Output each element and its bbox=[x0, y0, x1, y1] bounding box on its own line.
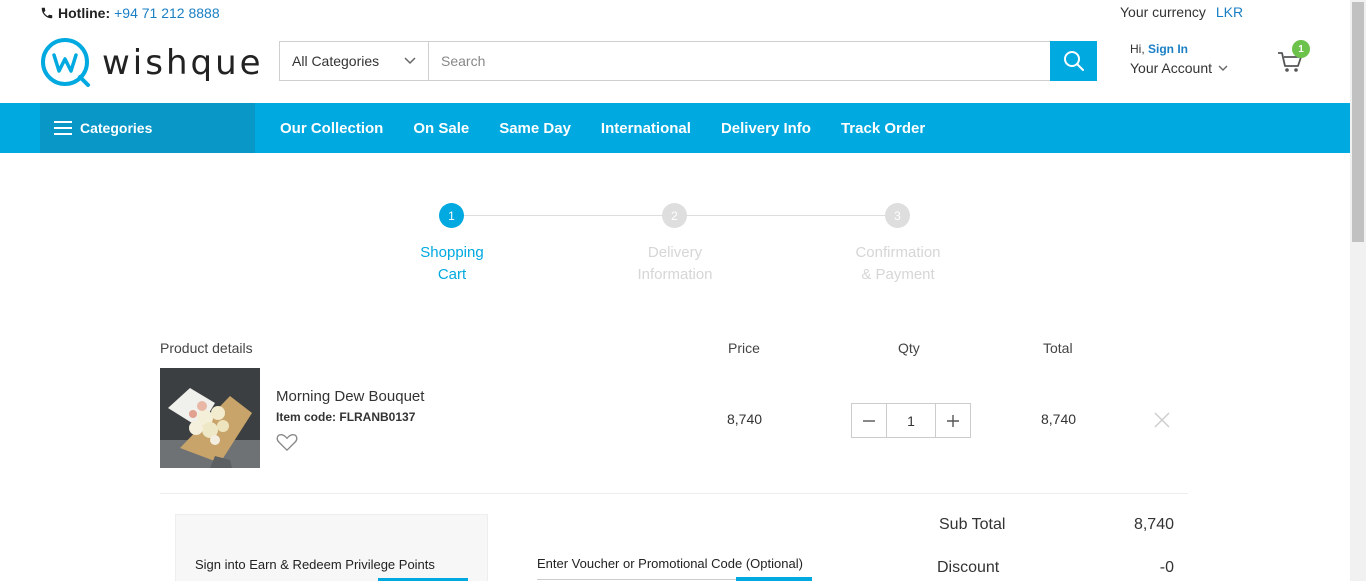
hamburger-icon bbox=[54, 121, 72, 135]
step-2-line2: Information bbox=[637, 266, 713, 283]
phone-icon bbox=[41, 7, 53, 19]
row-divider bbox=[160, 493, 1188, 494]
search-icon bbox=[1063, 51, 1084, 71]
categories-button[interactable]: Categories bbox=[40, 103, 255, 153]
remove-item-icon[interactable] bbox=[1154, 412, 1170, 428]
quantity-value[interactable]: 1 bbox=[886, 404, 936, 437]
main-nav: Categories Our Collection On Sale Same D… bbox=[0, 103, 1350, 153]
step-3-line1: Confirmation bbox=[855, 244, 941, 261]
step-3-line2: & Payment bbox=[861, 266, 935, 283]
category-select[interactable]: All Categories bbox=[280, 42, 429, 80]
search-bar: All Categories bbox=[279, 41, 1097, 81]
logo[interactable]: wishque bbox=[40, 37, 264, 89]
chevron-down-icon bbox=[1218, 65, 1228, 71]
hotline-number[interactable]: +94 71 212 8888 bbox=[114, 5, 220, 21]
subtotal-label: Sub Total bbox=[939, 516, 1006, 533]
header-price: Price bbox=[728, 340, 760, 356]
product-name[interactable]: Morning Dew Bouquet bbox=[276, 388, 424, 405]
nav-links: Our Collection On Sale Same Day Internat… bbox=[280, 103, 925, 153]
hotline-label: Hotline: bbox=[58, 5, 111, 21]
product-price: 8,740 bbox=[727, 411, 763, 427]
currency-label: Your currency bbox=[1120, 4, 1206, 20]
decrement-button[interactable] bbox=[852, 404, 886, 437]
voucher-label: Enter Voucher or Promotional Code (Optio… bbox=[537, 556, 803, 571]
scrollbar-thumb[interactable] bbox=[1352, 2, 1364, 242]
step-2-label: Delivery Information bbox=[615, 242, 735, 286]
product-image[interactable] bbox=[160, 368, 260, 468]
category-select-value: All Categories bbox=[292, 53, 380, 69]
nav-link-track-order[interactable]: Track Order bbox=[841, 120, 925, 137]
nav-link-delivery-info[interactable]: Delivery Info bbox=[721, 120, 811, 137]
quantity-stepper: 1 bbox=[851, 403, 971, 438]
your-account-label: Your Account bbox=[1130, 60, 1212, 76]
step-2-line1: Delivery bbox=[647, 244, 703, 261]
greeting: Hi, Sign In bbox=[1130, 42, 1228, 56]
chevron-down-icon bbox=[404, 57, 416, 65]
minus-icon bbox=[863, 419, 875, 422]
step-1-dot: 1 bbox=[439, 203, 464, 228]
step-1-label: Shopping Cart bbox=[392, 242, 512, 286]
increment-button[interactable] bbox=[936, 404, 970, 437]
product-code-value: FLRANB0137 bbox=[339, 410, 416, 424]
heart-icon[interactable] bbox=[276, 432, 298, 452]
wishque-logo-icon bbox=[41, 38, 90, 87]
brand-name: wishque bbox=[102, 43, 264, 83]
bouquet-image bbox=[160, 368, 260, 468]
product-code-label: Item code: bbox=[276, 410, 337, 424]
nav-link-our-collection[interactable]: Our Collection bbox=[280, 120, 383, 137]
voucher-apply-button[interactable] bbox=[736, 577, 812, 581]
categories-label: Categories bbox=[80, 120, 153, 136]
discount-value: -0 bbox=[1159, 559, 1174, 576]
greeting-text: Hi, bbox=[1130, 42, 1145, 56]
nav-link-international[interactable]: International bbox=[601, 120, 691, 137]
step-1-line1: Shopping bbox=[420, 244, 484, 261]
header-total: Total bbox=[1043, 340, 1073, 356]
subtotal-value: 8,740 bbox=[1133, 516, 1174, 533]
step-1-line2: Cart bbox=[437, 266, 467, 283]
product-total: 8,740 bbox=[1041, 411, 1077, 427]
nav-link-same-day[interactable]: Same Day bbox=[499, 120, 571, 137]
cart-count-badge: 1 bbox=[1292, 40, 1310, 58]
step-3-dot: 3 bbox=[885, 203, 910, 228]
plus-icon bbox=[947, 414, 959, 427]
step-3-label: Confirmation & Payment bbox=[838, 242, 958, 286]
privilege-points-label: Sign into Earn & Redeem Privilege Points bbox=[195, 557, 435, 572]
page-scrollbar[interactable] bbox=[1350, 0, 1366, 581]
currency-code[interactable]: LKR bbox=[1216, 4, 1243, 20]
sign-in-link[interactable]: Sign In bbox=[1148, 42, 1188, 56]
currency-selector[interactable]: Your currency LKR bbox=[1120, 4, 1243, 20]
hotline: Hotline: +94 71 212 8888 bbox=[40, 5, 220, 21]
discount-label: Discount bbox=[937, 559, 1000, 576]
cart-button[interactable]: 1 bbox=[1276, 40, 1310, 77]
search-button[interactable] bbox=[1050, 41, 1097, 81]
search-input[interactable] bbox=[429, 42, 1050, 80]
voucher-input[interactable] bbox=[537, 579, 737, 580]
nav-link-on-sale[interactable]: On Sale bbox=[413, 120, 469, 137]
header-qty: Qty bbox=[898, 340, 920, 356]
step-2-dot: 2 bbox=[662, 203, 687, 228]
header-product-details: Product details bbox=[160, 340, 253, 356]
product-code: Item code: FLRANB0137 bbox=[276, 410, 415, 424]
account-menu[interactable]: Hi, Sign In Your Account bbox=[1130, 42, 1228, 76]
your-account-dropdown[interactable]: Your Account bbox=[1130, 60, 1228, 76]
